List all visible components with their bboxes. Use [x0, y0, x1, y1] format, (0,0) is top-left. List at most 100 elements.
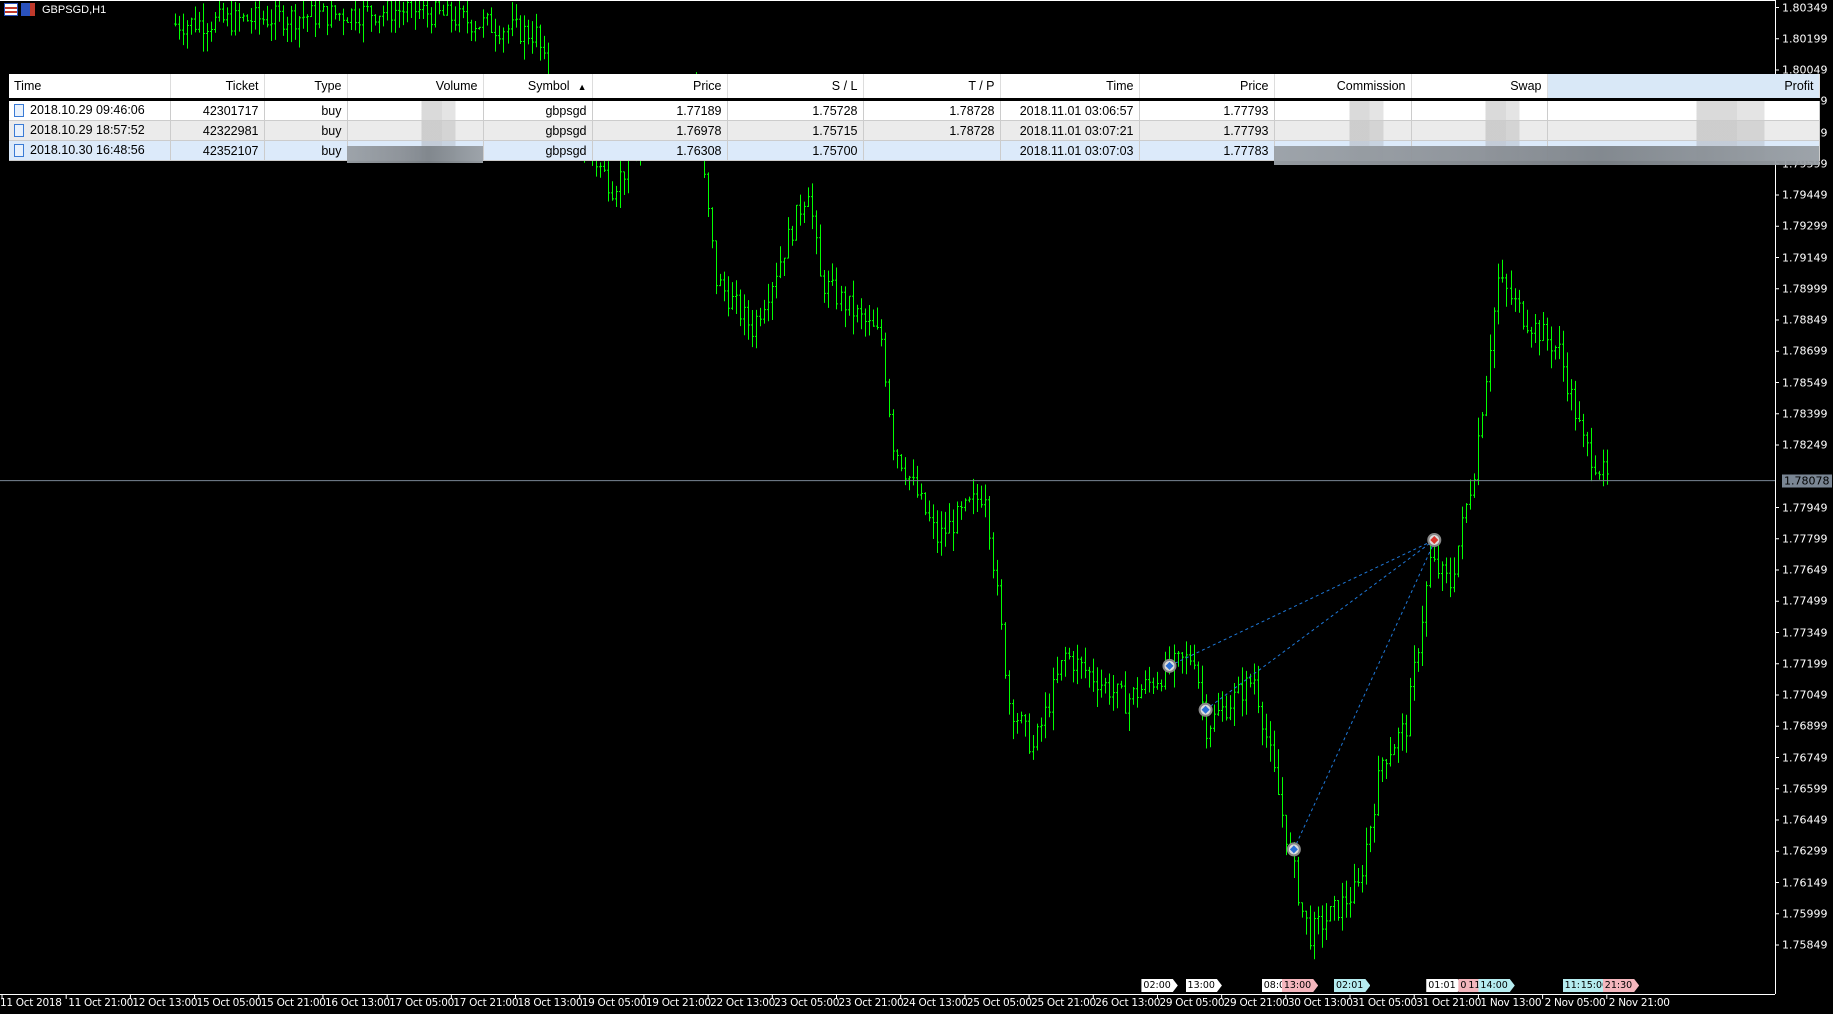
cell-text: 1.76978: [676, 123, 722, 138]
price-bar: [1489, 334, 1492, 392]
price-bar: [940, 511, 943, 556]
time-label: 25 Oct 05:00: [966, 997, 1032, 1009]
price-bar: [242, 13, 245, 22]
cell-text: gbpsgd: [545, 103, 587, 118]
price-label: 1.77949: [1782, 501, 1828, 514]
price-bar: [182, 13, 185, 46]
price-bar: [426, 0, 429, 28]
price-bar: [543, 35, 546, 60]
price-bar: [1181, 652, 1184, 674]
cell-open-time: 2018.10.29 18:57:52: [9, 120, 171, 141]
price-bar: [318, 0, 321, 29]
price-bar: [1092, 658, 1095, 692]
price-bar: [1457, 545, 1460, 578]
price-bar: [1413, 645, 1416, 701]
time-label: 2 Nov 21:00: [1608, 997, 1670, 1009]
price-label: 1.77799: [1782, 532, 1828, 546]
buy-entry-marker-icon[interactable]: [1198, 702, 1213, 717]
column-header-ticket[interactable]: Ticket: [170, 74, 265, 101]
time-label: 15 Oct 21:00: [260, 997, 326, 1009]
column-header-close-price[interactable]: Price: [1139, 74, 1275, 101]
time-label: 19 Oct 21:00: [645, 997, 711, 1009]
time-label: 23 Oct 05:00: [774, 997, 840, 1009]
price-bar: [1353, 863, 1356, 904]
column-header-close-time[interactable]: Time: [1000, 74, 1140, 101]
price-bar: [1036, 723, 1039, 751]
price-bar: [234, 1, 237, 36]
event-tag-news[interactable]: 02:01: [1334, 979, 1370, 992]
price-bar: [779, 246, 782, 279]
price-label: 1.78849: [1782, 313, 1828, 327]
event-tag-news[interactable]: 14:00: [1478, 979, 1514, 992]
deal-document-icon: [14, 103, 24, 117]
price-bar: [920, 483, 923, 500]
column-header-price[interactable]: Price: [592, 74, 728, 101]
column-header-commission[interactable]: Commission: [1274, 74, 1412, 101]
price-label: 1.80349: [1782, 1, 1828, 14]
table-row[interactable]: 2018.10.29 18:57:52 42322981 buy gbpsgd 1.76…: [9, 120, 1820, 141]
column-label: Symbol: [527, 79, 570, 93]
buy-entry-marker-icon[interactable]: [1162, 658, 1177, 673]
price-bar: [872, 309, 875, 327]
event-tag-open[interactable]: 02:00: [1141, 979, 1177, 992]
price-bar: [1445, 557, 1448, 584]
price-bar: [1465, 503, 1468, 523]
cell-text: 2018.11.01 03:07:21: [1019, 123, 1134, 138]
price-bar: [258, 0, 261, 35]
event-tag-close[interactable]: 21:30: [1603, 979, 1639, 992]
time-label: 17 Oct 05:00: [389, 997, 454, 1009]
price-bar: [1538, 319, 1541, 356]
price-bar: [1518, 289, 1521, 313]
chart-window-icon[interactable]: [4, 3, 18, 16]
price-bar: [1554, 345, 1557, 360]
price-bar: [462, 5, 465, 19]
cell-text: 1.78728: [949, 103, 995, 118]
time-label: 11 Oct 21:00: [68, 997, 134, 1009]
time-label: 29 Oct 05:00: [1159, 997, 1225, 1009]
column-header-type[interactable]: Type: [264, 74, 348, 101]
price-bar: [1562, 330, 1565, 382]
price-bar: [795, 204, 798, 241]
price-bar: [1534, 313, 1537, 343]
event-tag-close[interactable]: 13:00: [1282, 979, 1318, 992]
event-tag-open[interactable]: 01:01: [1426, 979, 1462, 992]
price-bar: [310, 0, 313, 18]
price-bar: [474, 20, 477, 42]
price-bar: [194, 6, 197, 33]
time-label: 1 Nov 13:00: [1480, 997, 1542, 1009]
column-header-swap[interactable]: Swap: [1411, 74, 1548, 101]
price-bar: [270, 9, 273, 41]
redacted-profit: [1274, 146, 1819, 165]
price-bar: [1606, 449, 1609, 485]
cell-tp: [863, 140, 1001, 161]
trade-exit-marker-icon[interactable]: [1427, 533, 1442, 548]
price-bar: [787, 217, 790, 259]
chart-title-bar: GBPSGD,H1: [4, 3, 106, 16]
price-label: 1.78249: [1782, 438, 1828, 452]
price-bar: [900, 454, 903, 472]
cell-text: gbpsgd: [545, 123, 587, 138]
column-header-tp[interactable]: T / P: [863, 74, 1001, 101]
column-header-volume[interactable]: Volume: [347, 74, 484, 101]
price-bar: [1417, 648, 1420, 672]
price-bar: [1221, 691, 1224, 722]
column-header-sl[interactable]: S / L: [727, 74, 864, 101]
table-row[interactable]: 2018.10.29 09:46:06 42301717 buy gbpsgd 1.77…: [9, 99, 1820, 121]
price-bar: [246, 14, 249, 22]
price-bar: [611, 181, 614, 201]
column-header-profit[interactable]: Profit: [1547, 74, 1820, 101]
price-bar: [1437, 544, 1440, 579]
event-tag-open[interactable]: 13:00: [1186, 979, 1222, 992]
column-header-symbol[interactable]: Symbol ▲: [483, 74, 593, 101]
column-header-open-time[interactable]: Time: [9, 74, 171, 101]
price-bar: [1245, 670, 1248, 715]
price-bar: [1477, 417, 1480, 486]
cell-volume: [347, 99, 484, 121]
price-bar: [454, 6, 457, 31]
price-bar: [747, 300, 750, 340]
price-bar: [366, 0, 369, 12]
save-icon[interactable]: [21, 3, 35, 16]
buy-entry-marker-icon[interactable]: [1286, 842, 1301, 857]
time-label: 31 Oct 21:00: [1416, 997, 1482, 1009]
price-bar: [1080, 656, 1083, 679]
